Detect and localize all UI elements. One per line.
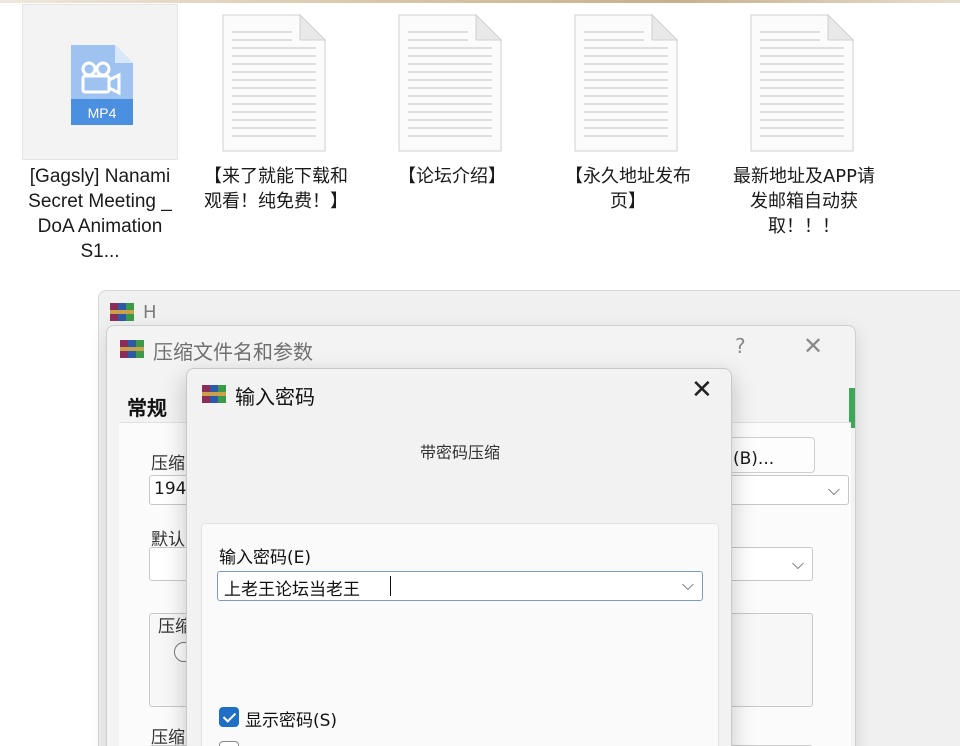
winrar-icon xyxy=(202,385,226,403)
text-document-icon xyxy=(222,14,326,152)
video-file-icon: MP4 xyxy=(71,45,133,125)
dialog-title: 压缩文件名和参数 xyxy=(153,340,313,364)
chevron-down-icon[interactable]: ⌵ xyxy=(682,575,694,595)
file-name: [Gagsly] Nanami Secret Meeting _ DoA Ani… xyxy=(28,166,172,262)
file-item-latest-address[interactable]: 最新地址及APP请发邮箱自动获取！！！ xyxy=(724,4,884,239)
text-document-icon xyxy=(574,14,678,152)
top-edge xyxy=(0,0,960,3)
dialog-title: 输入密码 xyxy=(235,385,315,409)
window-title: H xyxy=(143,302,157,323)
password-value: 上老王论坛当老王 xyxy=(224,580,360,600)
password-input[interactable]: 上老王论坛当老王 ⌵ xyxy=(217,571,703,601)
file-thumbnail: MP4 xyxy=(22,4,178,160)
tab-general[interactable]: 常规 xyxy=(127,392,167,421)
password-dialog[interactable]: 输入密码 ✕ 带密码压缩 输入密码(E) 上老王论坛当老王 ⌵ 显示密码(S) xyxy=(186,368,732,746)
file-item-download-notice[interactable]: 【来了就能下载和观看！纯免费！】 xyxy=(196,4,356,214)
file-item-permanent-address[interactable]: 【永久地址发布页】 xyxy=(548,4,708,214)
show-password-checkbox[interactable] xyxy=(219,707,239,727)
show-password-label: 显示密码(S) xyxy=(245,711,338,731)
method-label: 压缩 xyxy=(151,728,185,746)
file-name: 【来了就能下载和观看！纯免费！】 xyxy=(204,166,348,212)
desktop-screen: MP4 [Gagsly] Nanami Secret Meeting _ DoA… xyxy=(0,0,960,746)
file-name: 最新地址及APP请发邮箱自动获取！！！ xyxy=(732,166,876,237)
file-name: 【论坛介绍】 xyxy=(398,166,506,187)
chevron-down-icon[interactable]: ⌵ xyxy=(828,480,840,500)
file-type-label: MP4 xyxy=(88,105,117,121)
close-button[interactable]: ✕ xyxy=(803,332,823,360)
winrar-icon xyxy=(120,340,144,358)
password-label: 输入密码(E) xyxy=(219,548,312,568)
text-document-icon xyxy=(750,14,854,152)
dialog-subtitle: 带密码压缩 xyxy=(419,443,500,462)
chevron-down-icon[interactable]: ⌵ xyxy=(792,554,804,574)
file-name: 【永久地址发布页】 xyxy=(565,166,691,212)
help-button[interactable]: ? xyxy=(735,334,746,358)
close-button[interactable]: ✕ xyxy=(691,375,713,405)
file-item-forum-intro[interactable]: 【论坛介绍】 xyxy=(372,4,532,189)
text-document-icon xyxy=(398,14,502,152)
file-item-mp4[interactable]: MP4 [Gagsly] Nanami Secret Meeting _ DoA… xyxy=(20,4,180,264)
text-caret xyxy=(390,576,391,596)
archive-name-label: 压缩 xyxy=(151,454,185,474)
winrar-icon xyxy=(110,303,134,321)
encrypt-names-checkbox[interactable] xyxy=(219,741,239,746)
